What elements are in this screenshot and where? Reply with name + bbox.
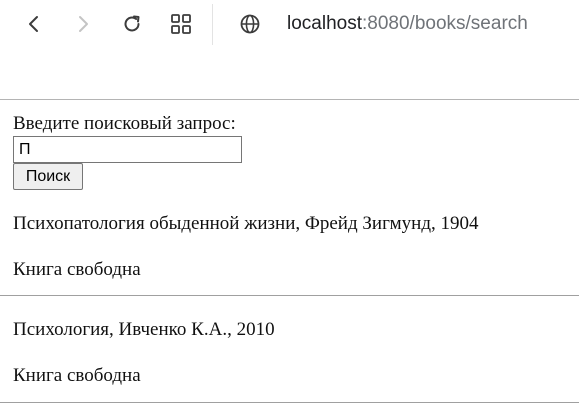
toolbar-divider <box>212 4 213 45</box>
address-bar[interactable]: localhost:8080/books/search <box>287 12 528 36</box>
site-info-button[interactable] <box>234 8 266 40</box>
header-divider <box>0 99 579 100</box>
search-input[interactable] <box>13 136 242 163</box>
url-path: :8080/books/search <box>362 13 528 34</box>
forward-icon <box>79 16 88 32</box>
result-divider <box>0 402 579 403</box>
apps-button[interactable] <box>165 8 197 40</box>
back-icon <box>29 16 38 32</box>
apps-icon <box>171 14 191 34</box>
result-divider <box>0 295 579 296</box>
result-status: Книга свободна <box>13 365 141 386</box>
search-label: Введите поисковый запрос: <box>13 113 236 134</box>
url-host: localhost <box>287 13 362 34</box>
reload-icon <box>124 15 140 32</box>
forward-button[interactable] <box>67 8 99 40</box>
result-status: Книга свободна <box>13 259 141 280</box>
browser-toolbar: localhost:8080/books/search <box>0 0 579 48</box>
globe-icon <box>240 14 260 34</box>
result-title: Психопатология обыденной жизни, Фрейд Зи… <box>13 213 479 234</box>
result-title: Психология, Ивченко К.А., 2010 <box>13 319 275 340</box>
reload-button[interactable] <box>116 8 148 40</box>
back-button[interactable] <box>18 8 50 40</box>
search-button[interactable]: Поиск <box>13 163 83 190</box>
search-form: Введите поисковый запрос: Поиск <box>13 112 579 190</box>
